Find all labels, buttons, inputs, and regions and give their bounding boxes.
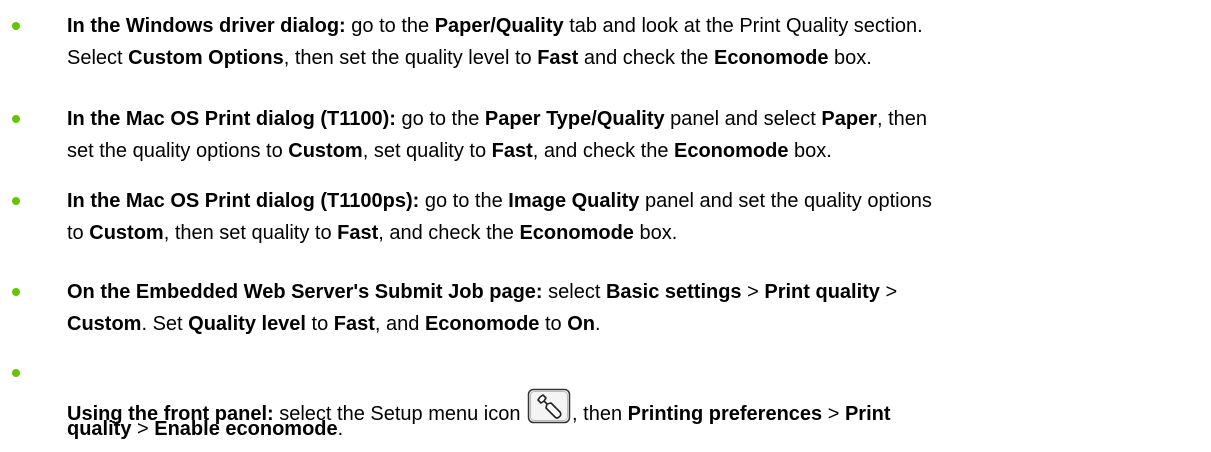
text-run: .: [337, 418, 344, 440]
text-run: , and check the: [532, 140, 674, 162]
text-run: go to the: [419, 190, 509, 212]
bullet: [12, 288, 20, 296]
text-run: >: [131, 418, 155, 440]
bold-run: Custom Options: [128, 47, 284, 69]
bold-run: Custom: [89, 222, 164, 244]
bold-run: Custom: [67, 313, 142, 335]
bold-run: Fast: [337, 222, 379, 244]
text-run: , set quality to: [362, 140, 492, 162]
bold-run: Economode: [713, 47, 829, 69]
text-run: go to the: [395, 108, 485, 130]
text-run: panel and set the quality options: [639, 190, 932, 212]
step-line-2: set the quality options to Custom, set q…: [67, 138, 1207, 164]
bold-run: Paper/Quality: [434, 15, 564, 37]
bullet: [12, 197, 20, 205]
bullet: [12, 369, 20, 377]
text-run: , and check the: [378, 222, 520, 244]
bold-run: On the Embedded Web Server's Submit Job …: [67, 281, 543, 303]
text-run: , then set quality to: [163, 222, 338, 244]
text-run: to: [539, 313, 568, 335]
bold-run: Paper: [821, 108, 877, 130]
bullet: [12, 22, 20, 30]
bold-run: Economode: [519, 222, 634, 244]
text-run: , then set the quality level to: [283, 47, 538, 69]
step-line-2: to Custom, then set quality to Fast, and…: [67, 220, 1207, 246]
bold-run: quality: [67, 418, 132, 440]
step-line-1: In the Mac OS Print dialog (T1100): go t…: [67, 106, 1207, 132]
text-run: go to the: [345, 15, 435, 37]
bold-run: In the Mac OS Print dialog (T1100ps):: [67, 190, 420, 212]
bold-run: Fast: [333, 313, 375, 335]
bold-run: Custom: [288, 140, 363, 162]
bold-run: In the Windows driver dialog:: [67, 15, 346, 37]
text-run: tab and look at the Print Quality sectio…: [563, 15, 923, 37]
step-line-2: Custom. Set Quality level to Fast, and E…: [67, 311, 1207, 337]
bold-run: On: [567, 313, 595, 335]
bold-run: Paper Type/Quality: [484, 108, 665, 130]
text-run: box.: [633, 222, 678, 244]
text-run: to: [67, 222, 90, 244]
step-line-1: On the Embedded Web Server's Submit Job …: [67, 279, 1207, 305]
step-line-2: quality > Enable economode.: [67, 416, 1207, 442]
text-run: . Set: [141, 313, 189, 335]
text-run: .: [595, 313, 601, 335]
bold-run: Image Quality: [508, 190, 640, 212]
text-run: box.: [788, 140, 832, 162]
bold-run: Fast: [491, 140, 533, 162]
bold-run: Print quality: [764, 281, 880, 303]
text-run: >: [879, 281, 898, 303]
text-run: to: [306, 313, 334, 335]
bold-run: Enable economode: [154, 418, 338, 440]
text-run: >: [741, 281, 765, 303]
text-run: set the quality options to: [67, 140, 289, 162]
bold-run: Economode: [424, 313, 540, 335]
bold-run: Fast: [537, 47, 579, 69]
step-line-1: In the Windows driver dialog: go to the …: [67, 13, 1207, 39]
bold-run: Quality level: [188, 313, 306, 335]
bullet: [12, 115, 20, 123]
text-run: and check the: [578, 47, 714, 69]
text-run: Select: [67, 47, 129, 69]
text-run: select: [542, 281, 606, 303]
text-run: panel and select: [664, 108, 822, 130]
text-run: , then: [876, 108, 928, 130]
step-line-2: Select Custom Options, then set the qual…: [67, 45, 1207, 71]
bold-run: Basic settings: [605, 281, 742, 303]
text-run: , and: [374, 313, 425, 335]
text-run: box.: [828, 47, 872, 69]
bold-run: Economode: [674, 140, 789, 162]
step-line-1: In the Mac OS Print dialog (T1100ps): go…: [67, 188, 1207, 214]
bold-run: In the Mac OS Print dialog (T1100):: [67, 108, 396, 130]
